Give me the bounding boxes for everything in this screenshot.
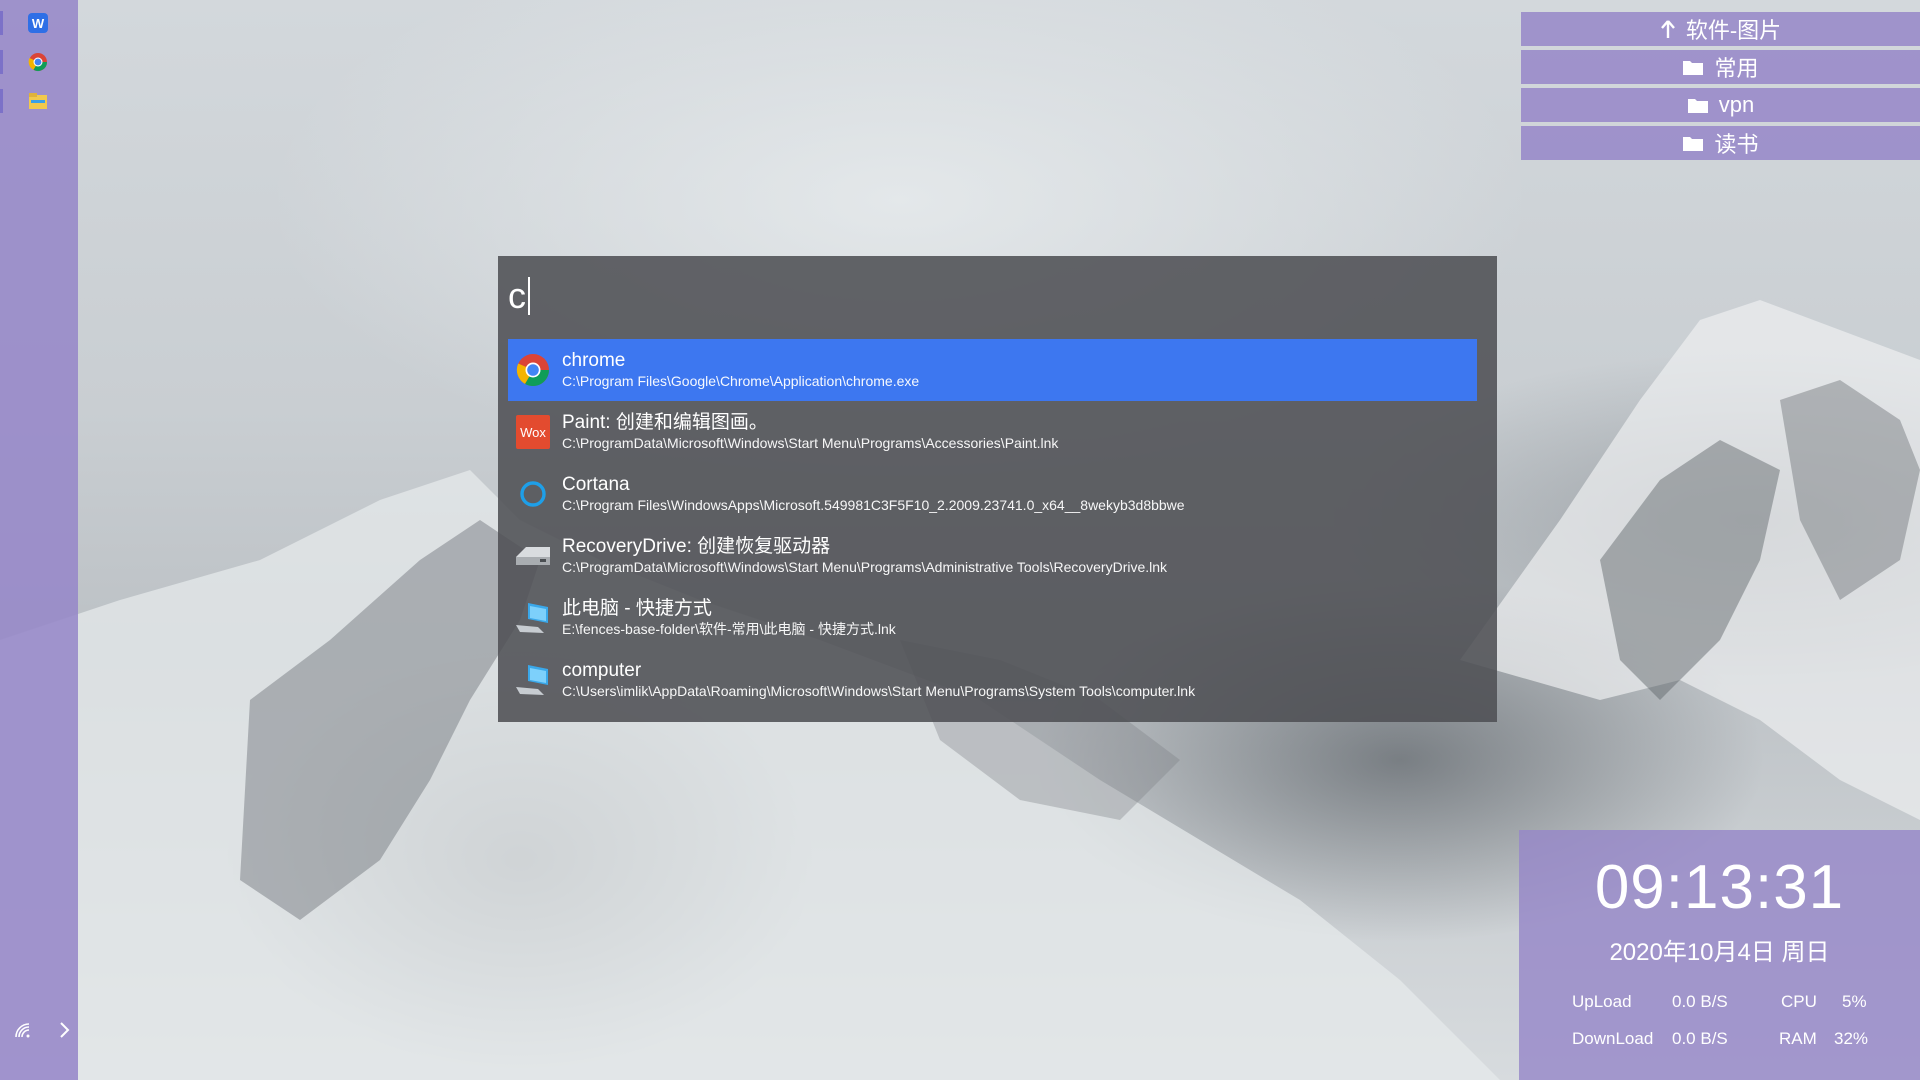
wox-icon: Wox [512, 411, 554, 453]
network-icon[interactable] [14, 1022, 32, 1043]
download-value: 0.0 B/S [1672, 1029, 1728, 1048]
running-indicator [0, 11, 3, 35]
folder-icon [1687, 96, 1709, 114]
result-title: Cortana [562, 474, 630, 495]
folder-row[interactable]: 读书 [1521, 126, 1920, 160]
cortana-icon [512, 473, 554, 515]
fences-folder-panel: 软件-图片 常用 vpn 读书 [1521, 12, 1920, 164]
folder-label: vpn [1718, 92, 1755, 117]
result-path: C:\Users\imlik\AppData\Roaming\Microsoft… [562, 683, 1196, 699]
folder-icon [1682, 58, 1704, 76]
wps-writer-icon[interactable]: W [26, 11, 50, 35]
folder-row[interactable]: vpn [1521, 88, 1920, 122]
svg-text:W: W [32, 16, 45, 31]
clock-widget: 09:13:31 2020年10月4日 周日 UpLoad 0.0 B/S CP… [1519, 830, 1920, 1080]
chrome-icon [512, 349, 554, 391]
cpu-label: CPU [1781, 992, 1817, 1011]
chevron-right-icon[interactable] [58, 1021, 70, 1044]
result-path: C:\Program Files\WindowsApps\Microsoft.5… [562, 497, 1185, 513]
folder-label: 常用 [1714, 56, 1759, 81]
left-taskbar: W [0, 0, 78, 1080]
left-bar-controls [14, 1020, 70, 1044]
result-path: C:\ProgramData\Microsoft\Windows\Start M… [562, 559, 1168, 575]
result-item[interactable]: computer C:\Users\imlik\AppData\Roaming\… [508, 649, 1477, 711]
drive-icon [512, 535, 554, 577]
result-path: E:\fences-base-folder\软件-常用\此电脑 - 快捷方式.l… [562, 621, 896, 637]
svg-text:Wox: Wox [520, 425, 546, 440]
folder-icon [1682, 134, 1704, 152]
result-path: C:\ProgramData\Microsoft\Windows\Start M… [562, 435, 1059, 451]
folder-row[interactable]: 常用 [1521, 50, 1920, 84]
ram-value: 32% [1834, 1029, 1869, 1048]
up-arrow-icon [1660, 19, 1676, 39]
chrome-icon[interactable] [26, 50, 50, 74]
running-indicator [0, 89, 3, 113]
result-path: C:\Program Files\Google\Chrome\Applicati… [562, 373, 920, 389]
result-item[interactable]: Wox Paint: 创建和编辑图画。 C:\ProgramData\Micro… [508, 401, 1477, 463]
result-item-selected[interactable]: chrome C:\Program Files\Google\Chrome\Ap… [508, 339, 1477, 401]
computer-icon [512, 659, 554, 701]
running-indicator [0, 50, 3, 74]
result-title: chrome [562, 350, 626, 371]
result-title: computer [562, 660, 642, 681]
download-label: DownLoad [1572, 1029, 1654, 1048]
text-caret [528, 277, 530, 315]
computer-icon [512, 597, 554, 639]
upload-value: 0.0 B/S [1672, 992, 1728, 1011]
result-item[interactable]: 此电脑 - 快捷方式 E:\fences-base-folder\软件-常用\此… [508, 587, 1477, 649]
ram-label: RAM [1779, 1029, 1817, 1048]
results-list: chrome C:\Program Files\Google\Chrome\Ap… [508, 339, 1477, 711]
result-title: Paint: 创建和编辑图画。 [562, 412, 768, 433]
clock-time: 09:13:31 [1594, 853, 1845, 922]
query-input[interactable]: c [508, 270, 1478, 322]
folder-row-parent[interactable]: 软件-图片 [1521, 12, 1920, 46]
upload-label: UpLoad [1572, 992, 1632, 1011]
result-title: RecoveryDrive: 创建恢复驱动器 [562, 536, 831, 557]
result-item[interactable]: RecoveryDrive: 创建恢复驱动器 C:\ProgramData\Mi… [508, 525, 1477, 587]
result-title: 此电脑 - 快捷方式 [562, 598, 712, 619]
folder-label: 读书 [1714, 132, 1759, 157]
result-item[interactable]: Cortana C:\Program Files\WindowsApps\Mic… [508, 463, 1477, 525]
wox-launcher: c chrome C:\Program Files\Google\Chrome\… [498, 256, 1497, 722]
clock-date: 2020年10月4日 周日 [1609, 939, 1830, 966]
folder-label: 软件-图片 [1685, 18, 1782, 43]
query-text: c [508, 275, 526, 316]
cpu-value: 5% [1842, 992, 1867, 1011]
file-explorer-icon[interactable] [26, 89, 50, 113]
